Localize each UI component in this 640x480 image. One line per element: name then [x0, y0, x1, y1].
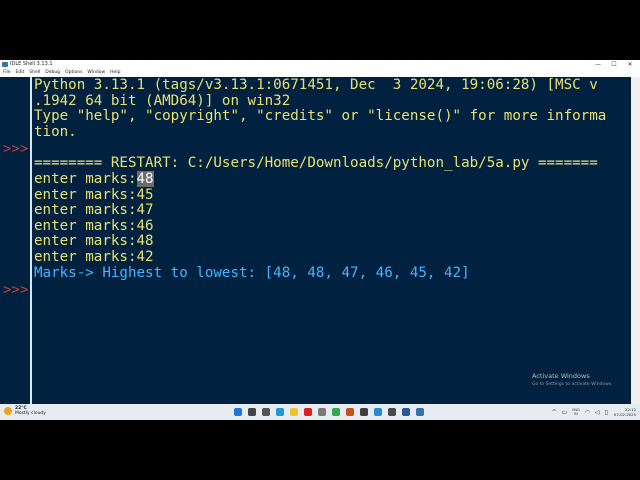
- menu-bar: File Edit Shell Debug Options Window Hel…: [0, 69, 640, 77]
- menu-window[interactable]: Window: [87, 69, 105, 77]
- python-icon: [2, 62, 8, 67]
- battery-icon[interactable]: ▯: [605, 409, 608, 416]
- input-line: enter marks:48: [34, 171, 154, 187]
- banner-line: tion.: [34, 124, 77, 140]
- input-line: enter marks:45: [34, 187, 154, 203]
- menu-help[interactable]: Help: [110, 69, 120, 77]
- input-line: enter marks:48: [34, 233, 154, 249]
- idle-icon[interactable]: [416, 408, 424, 416]
- input-value: 48: [136, 233, 154, 249]
- file-explorer-icon[interactable]: [290, 408, 298, 416]
- input-label: enter marks:: [34, 171, 137, 187]
- title-bar: IDLE Shell 3.13.1 — ☐ ✕: [0, 60, 640, 69]
- language-indicator[interactable]: ENG IN: [572, 408, 580, 416]
- prompt-gutter: >>> >>>: [0, 77, 32, 404]
- clock-date: 07-02-2025: [613, 412, 636, 417]
- chevron-up-icon[interactable]: ^: [551, 409, 556, 416]
- weather-cloud-sun-icon: [4, 407, 12, 415]
- volume-icon[interactable]: ◁: [595, 409, 600, 416]
- system-tray: ^ ▭ ENG IN ◠ ◁ ▯ 22:12 07-02-2025: [546, 406, 636, 418]
- input-line: enter marks:46: [34, 218, 154, 234]
- banner-line: .1942 64 bit (AMD64)] on win32: [34, 93, 291, 109]
- input-label: enter marks:: [34, 202, 137, 218]
- banner-line: Type "help", "copyright", "credits" or "…: [34, 108, 607, 124]
- input-label: enter marks:: [34, 249, 137, 265]
- activation-title: Activate Windows: [532, 372, 590, 380]
- shell-text-area[interactable]: Python 3.13.1 (tags/v3.13.1:0671451, Dec…: [34, 77, 631, 404]
- vscode-icon[interactable]: [374, 408, 382, 416]
- edge-icon[interactable]: [276, 408, 284, 416]
- menu-file[interactable]: File: [3, 69, 11, 77]
- input-label: enter marks:: [34, 233, 137, 249]
- app-7-icon[interactable]: [318, 408, 326, 416]
- search-icon[interactable]: [248, 408, 256, 416]
- input-value-selected[interactable]: 48: [136, 171, 154, 187]
- lang-region: IN: [574, 412, 578, 416]
- input-line: enter marks:47: [34, 202, 154, 218]
- letterbox-top: [0, 0, 640, 60]
- taskbar: 22°C Mostly cloudy ^ ▭ ENG IN ◠ ◁ ▯ 22:1…: [0, 404, 640, 420]
- app-12-icon[interactable]: [388, 408, 396, 416]
- app-10-icon[interactable]: [360, 408, 368, 416]
- chrome-icon[interactable]: [332, 408, 340, 416]
- window-title: IDLE Shell 3.13.1: [10, 61, 53, 67]
- shell-prompt: >>>: [3, 282, 29, 298]
- vertical-scrollbar[interactable]: [631, 77, 640, 404]
- taskbar-apps: [234, 407, 430, 417]
- shell-panel[interactable]: >>> >>> Python 3.13.1 (tags/v3.13.1:0671…: [0, 77, 640, 404]
- word-icon[interactable]: [402, 408, 410, 416]
- result-line: Marks-> Highest to lowest: [48, 48, 47, …: [34, 265, 470, 281]
- menu-debug[interactable]: Debug: [45, 69, 60, 77]
- banner-line: Python 3.13.1 (tags/v3.13.1:0671451, Dec…: [34, 77, 598, 93]
- input-label: enter marks:: [34, 187, 137, 203]
- minimize-button[interactable]: —: [590, 60, 606, 69]
- restart-line: ======== RESTART: C:/Users/Home/Download…: [34, 155, 598, 171]
- activation-subtitle: Go to Settings to activate Windows.: [532, 382, 613, 387]
- activate-windows-watermark: Activate Windows Go to Settings to activ…: [532, 372, 613, 387]
- input-label: enter marks:: [34, 218, 137, 234]
- window-controls: — ☐ ✕: [590, 60, 638, 69]
- close-button[interactable]: ✕: [622, 60, 638, 69]
- menu-shell[interactable]: Shell: [29, 69, 40, 77]
- maximize-button[interactable]: ☐: [606, 60, 622, 69]
- weather-widget[interactable]: 22°C Mostly cloudy: [4, 406, 46, 416]
- input-value: 46: [136, 218, 154, 234]
- weather-desc: Mostly cloudy: [15, 411, 46, 416]
- app-9-icon[interactable]: [346, 408, 354, 416]
- idle-shell-window: IDLE Shell 3.13.1 — ☐ ✕ File Edit Shell …: [0, 60, 640, 404]
- network-icon[interactable]: ▭: [562, 409, 568, 416]
- clock[interactable]: 22:12 07-02-2025: [614, 407, 636, 417]
- menu-options[interactable]: Options: [65, 69, 82, 77]
- task-view-icon[interactable]: [262, 408, 270, 416]
- input-value: 45: [136, 187, 154, 203]
- input-line: enter marks:42: [34, 249, 154, 265]
- input-value: 42: [136, 249, 154, 265]
- youtube-icon[interactable]: [304, 408, 312, 416]
- start-icon[interactable]: [234, 408, 242, 416]
- shell-prompt: >>>: [3, 141, 29, 157]
- input-value: 47: [136, 202, 154, 218]
- menu-edit[interactable]: Edit: [16, 69, 25, 77]
- letterbox-bottom: [0, 420, 640, 480]
- wifi-icon[interactable]: ◠: [585, 409, 590, 416]
